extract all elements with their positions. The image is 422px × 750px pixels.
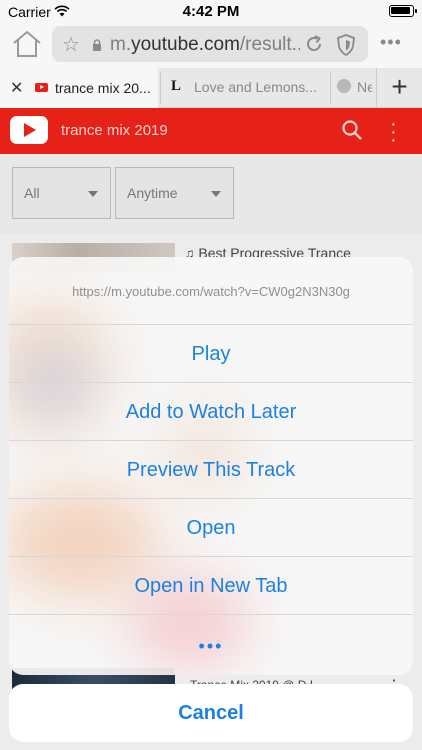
more-options-icon[interactable]: · · · [390, 114, 397, 150]
url-domain: youtube.com [131, 34, 240, 55]
tab-strip: ✕ trance mix 20... L Love and Lemons... … [0, 68, 422, 108]
type-filter-value: All [24, 185, 40, 201]
youtube-logo-icon[interactable] [10, 116, 48, 144]
battery-icon [389, 5, 417, 17]
status-bar: Carrier 4:42 PM [0, 0, 422, 22]
tab-other[interactable]: Ne [330, 72, 372, 104]
action-sheet: https://m.youtube.com/watch?v=CW0g2N3N30… [9, 257, 413, 675]
sheet-link-url: https://m.youtube.com/watch?v=CW0g2N3N30… [9, 257, 413, 325]
reload-icon[interactable] [304, 34, 324, 54]
time-filter-value: Anytime [127, 185, 178, 201]
play-button[interactable]: Play [9, 325, 413, 383]
time-filter-select[interactable]: Anytime [115, 167, 234, 219]
tab-title: trance mix 20... [55, 80, 151, 96]
url-suffix: /result... [239, 34, 300, 55]
tab-youtube[interactable]: ✕ trance mix 20... [0, 68, 158, 108]
search-icon[interactable] [341, 119, 363, 141]
add-to-watch-later-button[interactable]: Add to Watch Later [9, 383, 413, 441]
url-text: m.youtube.com/result... [110, 34, 300, 56]
type-filter-select[interactable]: All [12, 167, 111, 219]
bookmark-star-icon[interactable]: ☆ [62, 32, 80, 57]
preview-track-button[interactable]: Preview This Track [9, 441, 413, 499]
open-button[interactable]: Open [9, 499, 413, 557]
globe-icon [337, 79, 351, 93]
address-bar[interactable]: ☆ m.youtube.com/result... [52, 26, 368, 62]
home-icon[interactable] [10, 28, 44, 60]
close-tab-icon[interactable]: ✕ [10, 78, 23, 98]
shield-icon[interactable] [336, 34, 356, 57]
browser-menu-icon[interactable]: ••• [380, 32, 402, 53]
browser-toolbar: ☆ m.youtube.com/result... ••• [0, 22, 422, 68]
more-actions-button[interactable]: ••• [9, 615, 413, 673]
cancel-button[interactable]: Cancel [9, 684, 413, 742]
lock-icon [92, 38, 102, 51]
filter-bar: All Anytime [0, 154, 422, 234]
chevron-down-icon [211, 191, 221, 197]
youtube-favicon-icon [35, 83, 48, 92]
new-tab-button[interactable]: + [376, 68, 422, 108]
url-prefix: m. [110, 34, 132, 55]
clock: 4:42 PM [182, 3, 240, 20]
youtube-header: trance mix 2019 · · · [0, 108, 422, 154]
search-query[interactable]: trance mix 2019 [61, 122, 168, 139]
tab-love-and-lemons[interactable]: L Love and Lemons... [160, 72, 328, 104]
tab-title: Love and Lemons... [194, 79, 317, 95]
tab-title: Ne [357, 79, 372, 95]
open-in-new-tab-button[interactable]: Open in New Tab [9, 557, 413, 615]
chevron-down-icon [88, 191, 98, 197]
l-letter-icon: L [171, 78, 182, 94]
